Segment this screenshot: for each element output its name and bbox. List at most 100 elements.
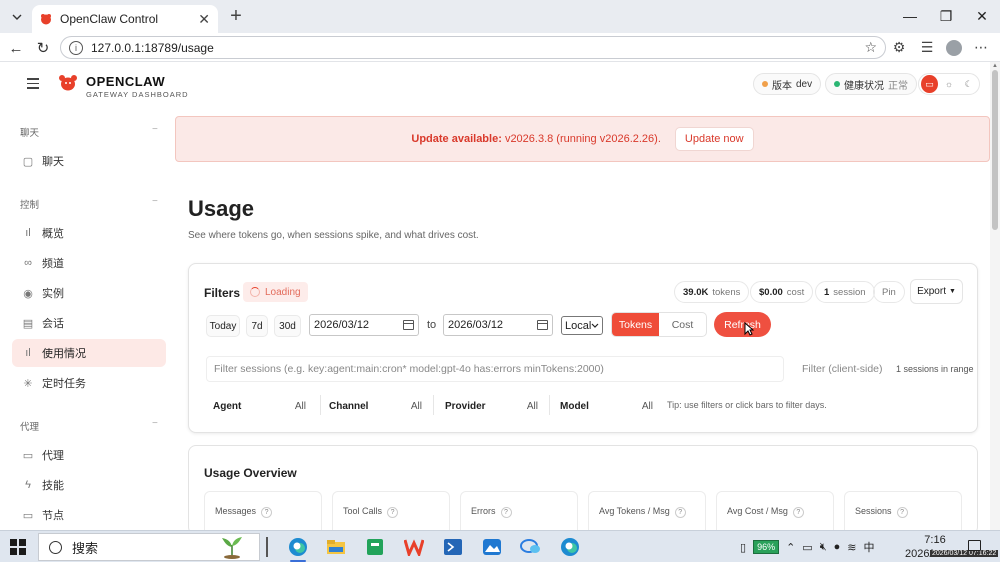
sidebar-item-chat[interactable]: ▢ 聊天 — [12, 147, 166, 175]
wps-app-icon[interactable] — [402, 535, 426, 559]
notification-icon[interactable] — [968, 540, 981, 551]
facet-label: Model — [560, 400, 589, 412]
sidebar-item-sessions[interactable]: ▤ 会话 — [12, 309, 166, 337]
refresh-button[interactable]: Refresh — [714, 312, 771, 337]
help-icon[interactable]: ? — [261, 507, 273, 518]
sidebar-item-skills[interactable]: ϟ 技能 — [12, 471, 166, 499]
session-filter-input[interactable]: Filter sessions (e.g. key:agent:main:cro… — [206, 356, 784, 382]
url-text[interactable]: 127.0.0.1:18789/usage — [91, 41, 864, 55]
radio-icon: ◉ — [23, 287, 33, 300]
dark-theme-icon[interactable]: ☾ — [960, 75, 977, 93]
help-icon[interactable]: ? — [500, 507, 512, 518]
edge-app-icon-2[interactable] — [558, 535, 582, 559]
date-from-value: 2026/03/12 — [314, 319, 370, 331]
sessions-in-range: 1 sessions in range — [896, 364, 974, 374]
microphone-icon[interactable]: ● — [834, 541, 841, 553]
windows-start-icon[interactable] — [10, 539, 26, 555]
edge-app-icon[interactable] — [286, 535, 310, 562]
collapse-icon[interactable]: − — [152, 124, 158, 135]
sidebar-item-nodes[interactable]: ▭ 节点 — [12, 501, 166, 529]
agent-facet[interactable]: Agent All — [213, 399, 306, 413]
terminal-app-icon[interactable] — [441, 535, 465, 559]
sidebar-item-instances[interactable]: ◉ 实例 — [12, 279, 166, 307]
date-from-input[interactable]: 2026/03/12 — [309, 314, 419, 336]
range-7d-button[interactable]: 7d — [246, 315, 268, 337]
timezone-select[interactable]: Local — [561, 316, 603, 335]
site-info-icon[interactable]: i — [69, 40, 83, 55]
mouse-cursor-icon — [744, 322, 754, 336]
sidebar-item-usage[interactable]: ıl 使用情况 — [12, 339, 166, 367]
brand-subtitle: GATEWAY DASHBOARD — [86, 90, 189, 99]
document-icon: ▤ — [22, 317, 34, 330]
back-icon[interactable]: ← — [6, 38, 26, 58]
sidebar-item-agents[interactable]: ▭ 代理 — [12, 441, 166, 469]
metric-avg-tokens: Avg Tokens / Msg? — [588, 491, 706, 534]
sidebar-item-overview[interactable]: ıl 概览 — [12, 219, 166, 247]
date-to-value: 2026/03/12 — [448, 319, 504, 331]
extensions-icon[interactable]: ⚙ — [890, 39, 908, 56]
provider-facet[interactable]: Provider All — [445, 399, 538, 413]
sidebar-item-channels[interactable]: ∞ 频道 — [12, 249, 166, 277]
channel-facet[interactable]: Channel All — [329, 399, 422, 413]
version-value: dev — [796, 78, 813, 90]
help-icon[interactable]: ? — [896, 507, 908, 518]
help-icon[interactable]: ? — [792, 507, 804, 518]
browser-tab[interactable]: OpenClaw Control ✕ — [32, 5, 218, 33]
ime-indicator[interactable]: 中 — [864, 539, 875, 555]
date-to-input[interactable]: 2026/03/12 — [443, 314, 553, 336]
model-facet[interactable]: Model All — [560, 399, 653, 413]
update-now-button[interactable]: Update now — [674, 127, 754, 151]
battery-plug-icon[interactable]: ▯ — [740, 541, 746, 554]
openclaw-favicon-icon — [41, 14, 51, 25]
metric-label: Avg Cost / Msg — [727, 506, 788, 516]
facet-divider — [433, 395, 434, 415]
scroll-up-icon[interactable]: ▲ — [992, 63, 998, 69]
green-app-icon[interactable] — [363, 535, 387, 559]
timezone-value: Local — [565, 319, 592, 332]
collapse-icon[interactable]: − — [152, 418, 158, 429]
network-device-icon[interactable]: ▭ — [802, 541, 812, 554]
photos-app-icon[interactable] — [480, 535, 504, 559]
reload-icon[interactable]: ↻ — [33, 38, 53, 58]
mode-cost-button[interactable]: Cost — [659, 313, 706, 336]
menu-toggle-icon[interactable] — [27, 78, 39, 92]
metric-messages: Messages? — [204, 491, 322, 534]
favorites-icon[interactable]: ☰ — [918, 39, 936, 56]
battery-indicator[interactable]: 96% — [753, 540, 780, 554]
help-icon[interactable]: ? — [674, 507, 686, 518]
wifi-icon[interactable]: ≋ — [847, 541, 856, 554]
calendar-icon[interactable] — [403, 320, 414, 330]
collapse-icon[interactable]: − — [152, 196, 158, 207]
help-icon[interactable]: ? — [387, 507, 399, 518]
minimize-icon[interactable]: — — [892, 0, 928, 32]
calendar-icon[interactable] — [537, 320, 548, 330]
tray-chevron-icon[interactable]: ⌃ — [786, 541, 795, 554]
favorite-star-icon[interactable]: ☆ — [864, 39, 877, 56]
profile-avatar-icon[interactable] — [946, 39, 962, 56]
pin-button[interactable]: Pin — [873, 281, 905, 303]
system-theme-icon[interactable]: ▭ — [921, 75, 938, 93]
sidebar-section-chat: 聊天 — [20, 128, 40, 139]
tab-close-icon[interactable]: ✕ — [198, 11, 210, 28]
tokens-label: tokens — [712, 286, 741, 298]
version-dot-icon — [762, 81, 768, 87]
monitor-icon: ▭ — [22, 509, 34, 522]
tab-list-button[interactable] — [6, 6, 28, 28]
more-menu-icon[interactable]: ⋯ — [972, 39, 990, 56]
sidebar-item-cron[interactable]: ✳ 定时任务 — [12, 369, 166, 397]
url-bar[interactable]: i 127.0.0.1:18789/usage ☆ — [60, 36, 886, 59]
mode-tokens-button[interactable]: Tokens — [612, 313, 659, 336]
volume-mute-icon[interactable]: 🔇︎ — [820, 541, 827, 554]
light-theme-icon[interactable]: ☼ — [941, 75, 958, 93]
scrollbar-thumb[interactable] — [992, 70, 998, 230]
page-scrollbar[interactable]: ▲ — [990, 62, 1000, 530]
export-button[interactable]: Export ▼ — [910, 279, 963, 304]
window-close-icon[interactable]: ✕ — [964, 0, 1000, 32]
chat-app-icon[interactable] — [519, 535, 543, 559]
restore-icon[interactable]: ❐ — [928, 0, 964, 32]
range-today-button[interactable]: Today — [206, 315, 240, 337]
file-explorer-icon[interactable] — [324, 535, 348, 559]
app-header: OPENCLAW GATEWAY DASHBOARD 版本 dev 健康状况 正… — [0, 62, 990, 106]
range-30d-button[interactable]: 30d — [274, 315, 301, 337]
new-tab-icon[interactable]: + — [226, 5, 246, 28]
